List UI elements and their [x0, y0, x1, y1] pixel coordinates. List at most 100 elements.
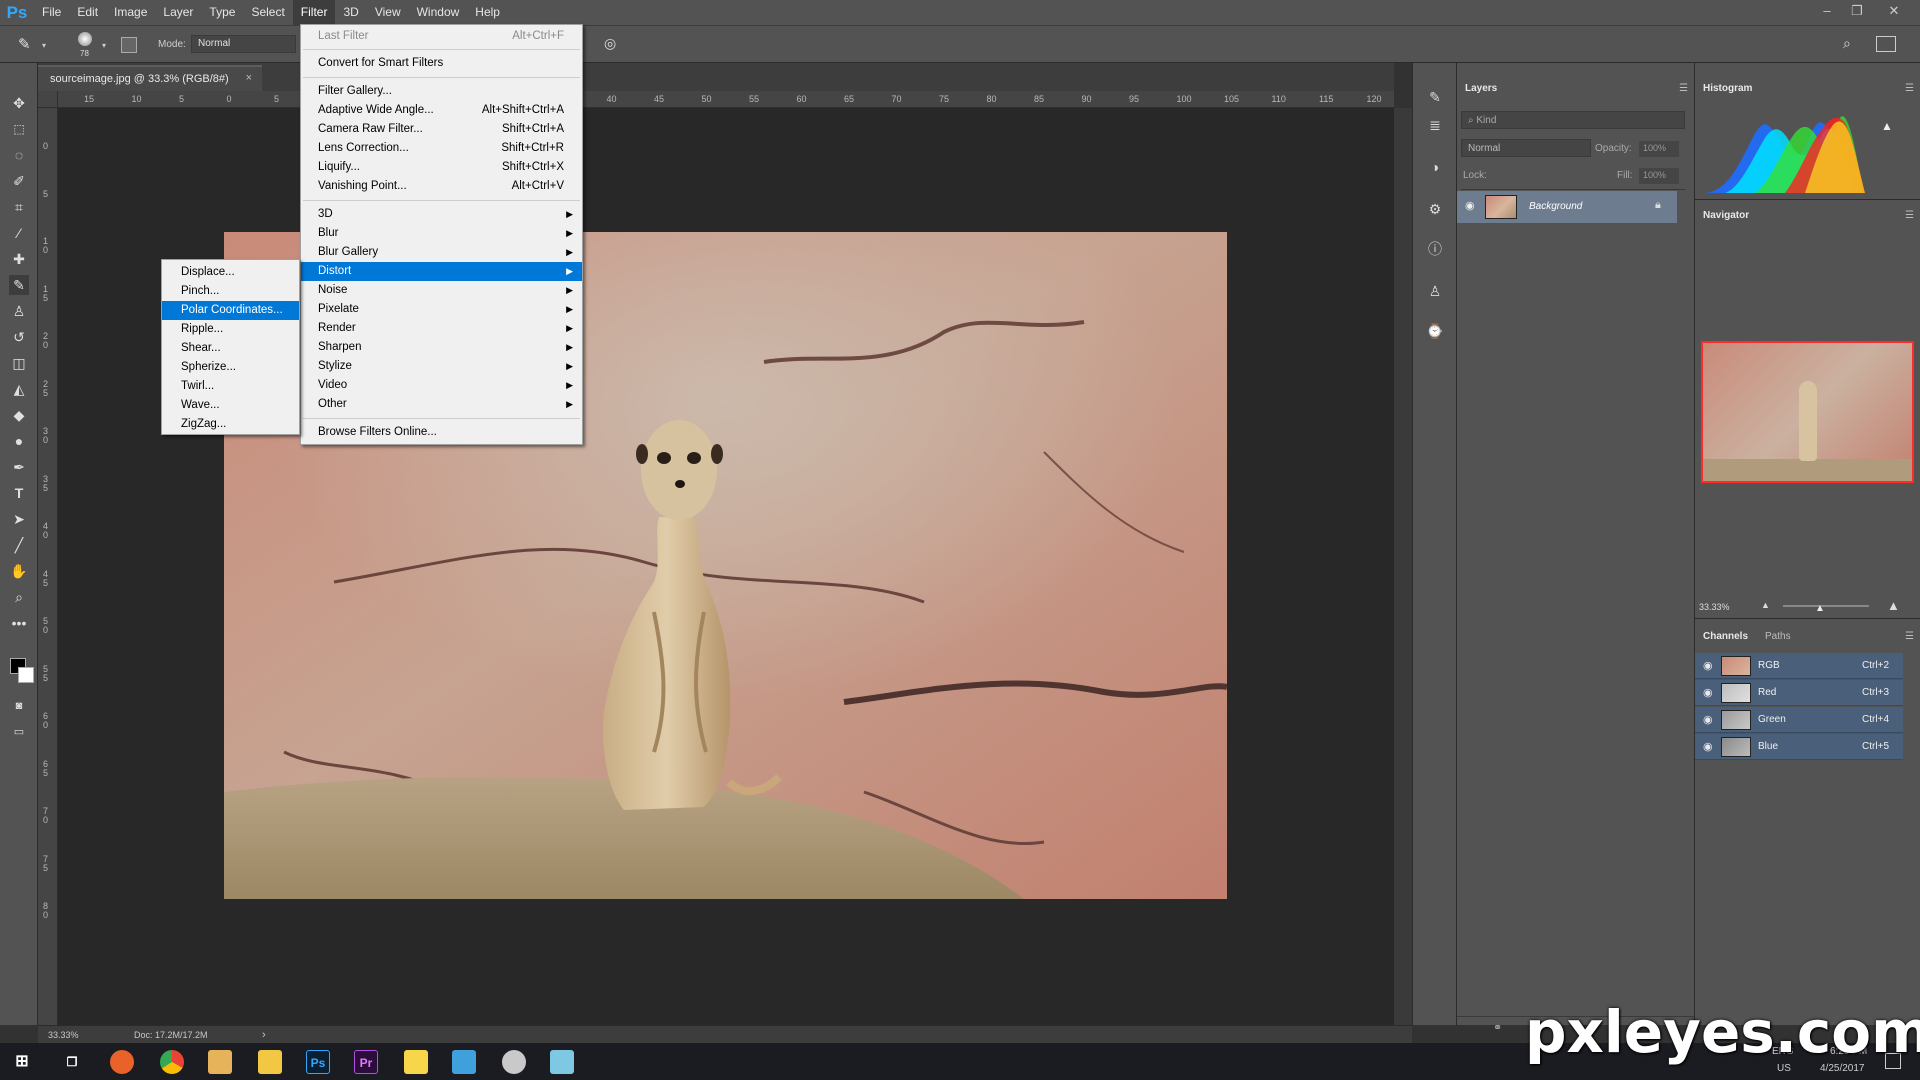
- airbrush-icon[interactable]: ◎: [604, 35, 624, 55]
- eyedropper-tool-icon[interactable]: ⁄: [9, 223, 29, 243]
- line-tool-icon[interactable]: ╱: [9, 535, 29, 555]
- menu-item-render[interactable]: Render ▶: [301, 319, 582, 338]
- history-icon[interactable]: ⌚: [1425, 321, 1445, 341]
- cloud-app-icon[interactable]: [452, 1050, 476, 1074]
- restore-button[interactable]: ❐: [1843, 0, 1871, 25]
- media-player-icon[interactable]: [208, 1050, 232, 1074]
- firefox-icon[interactable]: [110, 1050, 134, 1074]
- calculator-icon[interactable]: [550, 1050, 574, 1074]
- layer-filter-kind[interactable]: ⌕ Kind: [1461, 111, 1685, 129]
- eye-icon[interactable]: ◉: [1703, 686, 1713, 699]
- quick-select-tool-icon[interactable]: ✐: [9, 171, 29, 191]
- channel-row-rgb[interactable]: ◉ RGB Ctrl+2: [1695, 653, 1903, 679]
- panel-menu-icon[interactable]: ☰: [1905, 631, 1914, 642]
- submenu-item-displace[interactable]: Displace...: [162, 263, 299, 282]
- brush-panel-icon[interactable]: [121, 37, 137, 53]
- menu-image[interactable]: Image: [106, 0, 155, 25]
- panel-menu-icon[interactable]: ☰: [1905, 210, 1914, 221]
- layer-name[interactable]: Background: [1529, 201, 1582, 212]
- fill-input[interactable]: 100%: [1639, 168, 1679, 184]
- submenu-item-wave[interactable]: Wave...: [162, 396, 299, 415]
- document-tab[interactable]: sourceimage.jpg @ 33.3% (RGB/8#) ×: [38, 65, 262, 91]
- file-explorer-icon[interactable]: [258, 1050, 282, 1074]
- navigator-view-box[interactable]: [1701, 341, 1914, 483]
- menu-file[interactable]: File: [34, 0, 69, 25]
- crop-tool-icon[interactable]: ⌗: [9, 197, 29, 217]
- tab-channels[interactable]: Channels: [1703, 631, 1748, 642]
- windows-start-icon[interactable]: ⊞: [10, 1050, 34, 1074]
- menu-item-browse-filters-online[interactable]: Browse Filters Online...: [301, 423, 582, 442]
- menu-edit[interactable]: Edit: [69, 0, 106, 25]
- paint-bucket-tool-icon[interactable]: ◭: [9, 379, 29, 399]
- menu-item-blur-gallery[interactable]: Blur Gallery ▶: [301, 243, 582, 262]
- brush-presets-icon[interactable]: ≣: [1425, 115, 1445, 135]
- adjustments-icon[interactable]: ◑: [1425, 157, 1445, 177]
- info-icon[interactable]: ⓘ: [1425, 239, 1445, 259]
- submenu-item-pinch[interactable]: Pinch...: [162, 282, 299, 301]
- menu-item-3d[interactable]: 3D ▶: [301, 205, 582, 224]
- ruler-origin[interactable]: [38, 91, 58, 108]
- zoom-in-icon[interactable]: ▲: [1887, 598, 1900, 613]
- submenu-item-shear[interactable]: Shear...: [162, 339, 299, 358]
- brush-panel-icon[interactable]: ✎: [1425, 87, 1445, 107]
- menu-filter[interactable]: Filter: [292, 0, 336, 25]
- submenu-item-zigzag[interactable]: ZigZag...: [162, 415, 299, 434]
- path-selection-tool-icon[interactable]: ➤: [9, 509, 29, 529]
- panel-menu-icon[interactable]: ☰: [1679, 83, 1688, 94]
- marquee-tool-icon[interactable]: ⬚: [9, 119, 29, 139]
- pen-tool-icon[interactable]: ✒: [9, 457, 29, 477]
- layer-row-background[interactable]: ◉ Background 🔒︎: [1457, 191, 1677, 223]
- submenu-item-twirl[interactable]: Twirl...: [162, 377, 299, 396]
- zoom-tool-icon[interactable]: ⌕: [9, 587, 29, 607]
- premiere-taskbar-icon[interactable]: Pr: [354, 1050, 378, 1074]
- zoom-slider[interactable]: [1783, 605, 1869, 607]
- channel-row-red[interactable]: ◉ Red Ctrl+3: [1695, 680, 1903, 706]
- menu-3d[interactable]: 3D: [335, 0, 366, 25]
- background-color-swatch[interactable]: [18, 667, 34, 683]
- quick-mask-icon[interactable]: ◙: [9, 696, 29, 716]
- blend-mode-select[interactable]: Normal: [1461, 139, 1591, 157]
- app-icon[interactable]: [502, 1050, 526, 1074]
- photoshop-taskbar-icon[interactable]: Ps: [306, 1050, 330, 1074]
- menu-item-filter-gallery[interactable]: Filter Gallery...: [301, 82, 582, 101]
- eye-icon[interactable]: ◉: [1703, 713, 1713, 726]
- close-tab-icon[interactable]: ×: [246, 72, 252, 84]
- channel-row-blue[interactable]: ◉ Blue Ctrl+5: [1695, 734, 1903, 760]
- clone-stamp-tool-icon[interactable]: ♙: [9, 301, 29, 321]
- menu-window[interactable]: Window: [409, 0, 468, 25]
- navigator-thumbnail[interactable]: [1701, 341, 1914, 483]
- screen-mode-icon[interactable]: ▭: [9, 722, 29, 742]
- minimize-button[interactable]: –: [1813, 0, 1841, 25]
- hand-tool-icon[interactable]: ✋: [9, 561, 29, 581]
- search-icon[interactable]: ⌕: [1843, 35, 1863, 55]
- tab-histogram[interactable]: Histogram: [1703, 83, 1752, 94]
- menu-item-video[interactable]: Video ▶: [301, 376, 582, 395]
- menu-select[interactable]: Select: [243, 0, 292, 25]
- menu-item-convert-smart-filters[interactable]: Convert for Smart Filters: [301, 54, 582, 73]
- status-menu-arrow[interactable]: ›: [262, 1029, 266, 1041]
- menu-item-sharpen[interactable]: Sharpen ▶: [301, 338, 582, 357]
- close-button[interactable]: ✕: [1880, 0, 1908, 25]
- eraser-tool-icon[interactable]: ◫: [9, 353, 29, 373]
- move-tool-icon[interactable]: ✥: [9, 93, 29, 113]
- zoom-slider-handle[interactable]: ▲: [1815, 603, 1825, 614]
- sticky-notes-icon[interactable]: [404, 1050, 428, 1074]
- workspace-icon[interactable]: [1876, 36, 1896, 52]
- properties-icon[interactable]: ⚙: [1425, 199, 1445, 219]
- menu-item-stylize[interactable]: Stylize ▶: [301, 357, 582, 376]
- healing-brush-tool-icon[interactable]: ✚: [9, 249, 29, 269]
- menu-item-adaptive-wide-angle[interactable]: Adaptive Wide Angle... Alt+Shift+Ctrl+A: [301, 101, 582, 120]
- chrome-icon[interactable]: [160, 1050, 184, 1074]
- menu-item-noise[interactable]: Noise ▶: [301, 281, 582, 300]
- brush-preset-icon[interactable]: [78, 32, 92, 46]
- submenu-item-ripple[interactable]: Ripple...: [162, 320, 299, 339]
- menu-item-vanishing-point[interactable]: Vanishing Point... Alt+Ctrl+V: [301, 177, 582, 196]
- mode-select[interactable]: Normal: [191, 35, 296, 53]
- brush-tool-icon[interactable]: ✎: [18, 35, 40, 55]
- clone-source-icon[interactable]: ♙: [1425, 281, 1445, 301]
- menu-item-distort[interactable]: Distort ▶: [301, 262, 582, 281]
- menu-item-camera-raw-filter[interactable]: Camera Raw Filter... Shift+Ctrl+A: [301, 120, 582, 139]
- brush-tool-icon[interactable]: ✎: [9, 275, 29, 295]
- link-layers-icon[interactable]: ⚭: [1493, 1021, 1502, 1034]
- dodge-tool-icon[interactable]: ●: [9, 431, 29, 451]
